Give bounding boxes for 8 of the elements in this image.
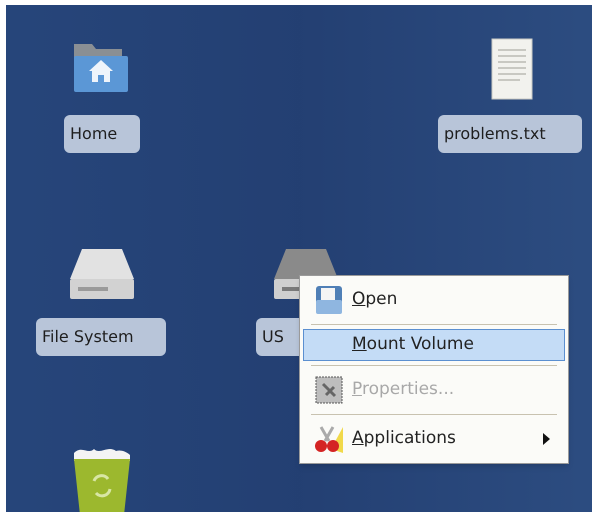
icon-label: File System [36,318,166,356]
menu-item[interactable]: Applications [303,419,565,459]
folder-document-icon [314,284,344,316]
menu-item[interactable]: Open [303,280,565,320]
menu-item[interactable]: Mount Volume [303,329,565,361]
icon-label: Home [64,115,140,153]
properties-icon [314,375,344,405]
icon-label: problems.txt [438,115,582,153]
